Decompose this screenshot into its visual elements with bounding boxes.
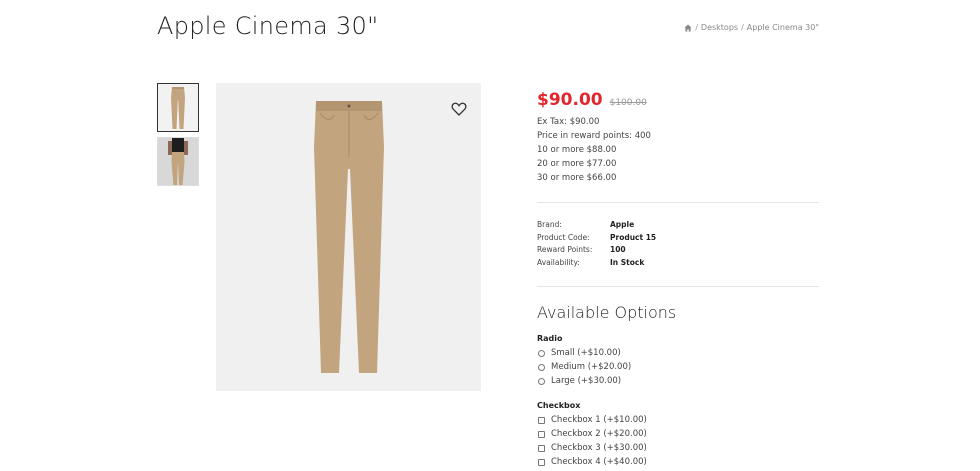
checkbox[interactable] [538, 430, 545, 438]
spec-value: 100 [610, 245, 626, 254]
radio-button[interactable] [538, 349, 545, 357]
spec-label: Reward Points: [537, 245, 593, 254]
checkbox-option-2[interactable]: Checkbox 2 (+$20.00) [537, 427, 819, 441]
radio-label: Large (+$30.00) [551, 376, 622, 386]
breadcrumb: / Desktops / Apple Cinema 30" [684, 23, 819, 32]
product-main-image[interactable] [216, 83, 481, 391]
thumbnail-front[interactable] [157, 83, 199, 132]
checkbox-label: Checkbox 1 (+$10.00) [551, 415, 647, 425]
radio-button[interactable] [538, 377, 545, 385]
breadcrumb-link-product[interactable]: Apple Cinema 30" [747, 23, 819, 32]
price: $90.00 [537, 90, 603, 110]
home-icon[interactable] [684, 24, 692, 32]
product-info: $90.00 $100.00 Ex Tax: $90.00 Price in r… [537, 90, 819, 469]
product-specs: Brand: Apple Product Code: Product 15 Re… [537, 219, 819, 269]
spec-value: In Stock [610, 257, 645, 267]
checkbox-option-3[interactable]: Checkbox 3 (+$30.00) [537, 441, 819, 455]
price-details: Ex Tax: $90.00 Price in reward points: 4… [537, 115, 819, 185]
old-price: $100.00 [609, 98, 647, 108]
spec-label: Brand: [537, 220, 562, 229]
checkbox-label: Checkbox 4 (+$40.00) [551, 457, 647, 467]
breadcrumb-separator: / [741, 23, 744, 32]
radio-group-label: Radio [537, 334, 563, 343]
radio-group: Small (+$10.00) Medium (+$20.00) Large (… [537, 346, 819, 388]
ex-tax: Ex Tax: $90.00 [537, 117, 600, 127]
checkbox[interactable] [538, 444, 545, 452]
spec-row-reward: Reward Points: 100 [537, 244, 819, 257]
reward-points-price: Price in reward points: 400 [537, 131, 651, 141]
radio-label: Medium (+$20.00) [551, 362, 632, 372]
pants-thumbnail-image [171, 86, 185, 129]
radio-option-small[interactable]: Small (+$10.00) [537, 346, 819, 360]
thumbnail-list [157, 83, 199, 191]
discount-10: 10 or more $88.00 [537, 145, 617, 155]
spec-label: Product Code: [537, 232, 590, 242]
checkbox-option-4[interactable]: Checkbox 4 (+$40.00) [537, 455, 819, 469]
thumbnail-model[interactable] [157, 137, 199, 186]
pants-image [313, 101, 384, 373]
radio-option-medium[interactable]: Medium (+$20.00) [537, 360, 819, 374]
spec-row-brand: Brand: Apple [537, 219, 819, 232]
checkbox-label: Checkbox 2 (+$20.00) [551, 429, 647, 439]
price-row: $90.00 $100.00 [537, 90, 819, 110]
heart-icon[interactable] [451, 101, 467, 117]
spec-label: Availability: [537, 257, 580, 267]
checkbox[interactable] [538, 416, 545, 424]
breadcrumb-link-desktops[interactable]: Desktops [701, 23, 738, 32]
options-title: Available Options [537, 303, 677, 322]
spec-value[interactable]: Apple [610, 219, 634, 232]
spec-row-availability: Availability: In Stock [537, 257, 819, 270]
radio-label: Small (+$10.00) [551, 348, 621, 358]
model-thumbnail-image [168, 138, 188, 185]
discount-30: 30 or more $66.00 [537, 173, 617, 183]
checkbox-group: Checkbox 1 (+$10.00) Checkbox 2 (+$20.00… [537, 413, 819, 469]
radio-button[interactable] [538, 363, 545, 371]
divider [537, 286, 819, 287]
spec-value: Product 15 [610, 232, 657, 242]
divider [537, 202, 819, 203]
checkbox[interactable] [538, 458, 545, 466]
checkbox-label: Checkbox 3 (+$30.00) [551, 443, 647, 453]
breadcrumb-separator: / [695, 23, 698, 32]
checkbox-group-label: Checkbox [537, 401, 581, 410]
radio-option-large[interactable]: Large (+$30.00) [537, 374, 819, 388]
checkbox-option-1[interactable]: Checkbox 1 (+$10.00) [537, 413, 819, 427]
page-title: Apple Cinema 30" [157, 12, 379, 40]
discount-20: 20 or more $77.00 [537, 159, 617, 169]
spec-row-code: Product Code: Product 15 [537, 232, 819, 245]
